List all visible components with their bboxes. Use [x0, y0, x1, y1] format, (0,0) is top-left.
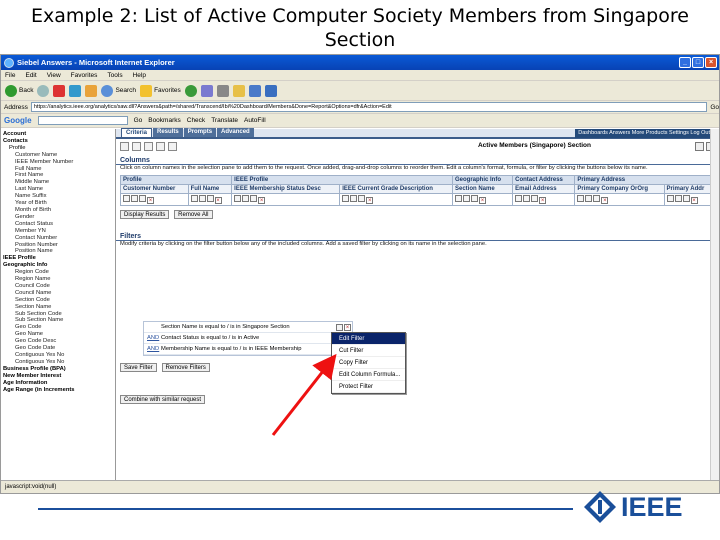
vertical-scrollbar[interactable] — [710, 129, 719, 481]
ieee-diamond-icon — [584, 491, 616, 523]
annotation-arrow — [271, 353, 337, 436]
footer-rule — [38, 508, 573, 510]
ieee-logo: IEEE — [583, 490, 683, 524]
slide-title: Example 2: List of Active Computer Socie… — [31, 5, 689, 51]
ieee-logo-text: IEEE — [621, 491, 683, 522]
browser-window: Siebel Answers - Microsoft Internet Expl… — [0, 54, 720, 494]
